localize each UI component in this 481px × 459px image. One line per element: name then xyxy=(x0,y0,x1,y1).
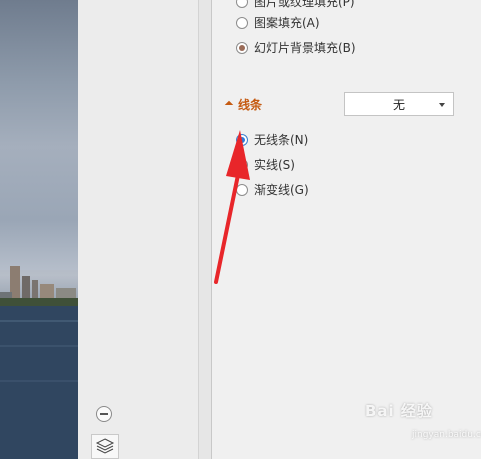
baidu-jingyan-watermark: Bai 经验 xyxy=(365,402,433,420)
window: 图片或纹理填充(P) 图案填充(A) 幻灯片背景填充(B) 线条 无 无线条(N… xyxy=(0,0,481,459)
fill-option-label: 图片或纹理填充(P) xyxy=(254,0,355,9)
thumbnail-pane xyxy=(78,0,199,459)
slide-image-preview xyxy=(0,0,78,459)
fill-option-pattern[interactable]: 图案填充(A) xyxy=(236,14,320,31)
line-option-none[interactable]: 无线条(N) xyxy=(236,131,308,148)
radio-button-checked[interactable] xyxy=(236,133,248,146)
line-option-solid[interactable]: 实线(S) xyxy=(236,156,295,173)
line-option-label: 实线(S) xyxy=(254,158,295,172)
line-option-label: 渐变线(G) xyxy=(254,183,309,197)
layers-button[interactable] xyxy=(91,434,119,459)
fill-option-slide-background[interactable]: 幻灯片背景填充(B) xyxy=(236,39,356,56)
pane-divider xyxy=(199,0,212,459)
city-skyline-image xyxy=(0,266,78,459)
radio-button-checked[interactable] xyxy=(236,41,248,54)
line-option-gradient[interactable]: 渐变线(G) xyxy=(236,181,309,198)
line-option-label: 无线条(N) xyxy=(254,133,309,147)
line-section-title: 线条 xyxy=(238,98,263,112)
radio-button[interactable] xyxy=(236,183,248,196)
minus-circle-icon[interactable] xyxy=(96,406,112,422)
radio-button[interactable] xyxy=(236,158,248,171)
line-style-value: 无 xyxy=(392,97,405,112)
fill-option-label: 图案填充(A) xyxy=(254,16,320,30)
line-style-dropdown[interactable]: 无 xyxy=(344,92,454,116)
radio-button[interactable] xyxy=(236,0,248,8)
radio-button[interactable] xyxy=(236,16,248,29)
line-section-header[interactable]: 线条 xyxy=(224,96,263,113)
fill-option-picture-texture[interactable]: 图片或纹理填充(P) xyxy=(236,0,355,10)
fill-option-label: 幻灯片背景填充(B) xyxy=(254,41,356,55)
layers-icon xyxy=(95,438,115,454)
chevron-down-icon xyxy=(439,103,445,107)
watermark-url: jingyan.baidu.com xyxy=(412,430,481,440)
format-pane xyxy=(212,0,481,459)
triangle-expand-icon[interactable] xyxy=(224,100,234,109)
